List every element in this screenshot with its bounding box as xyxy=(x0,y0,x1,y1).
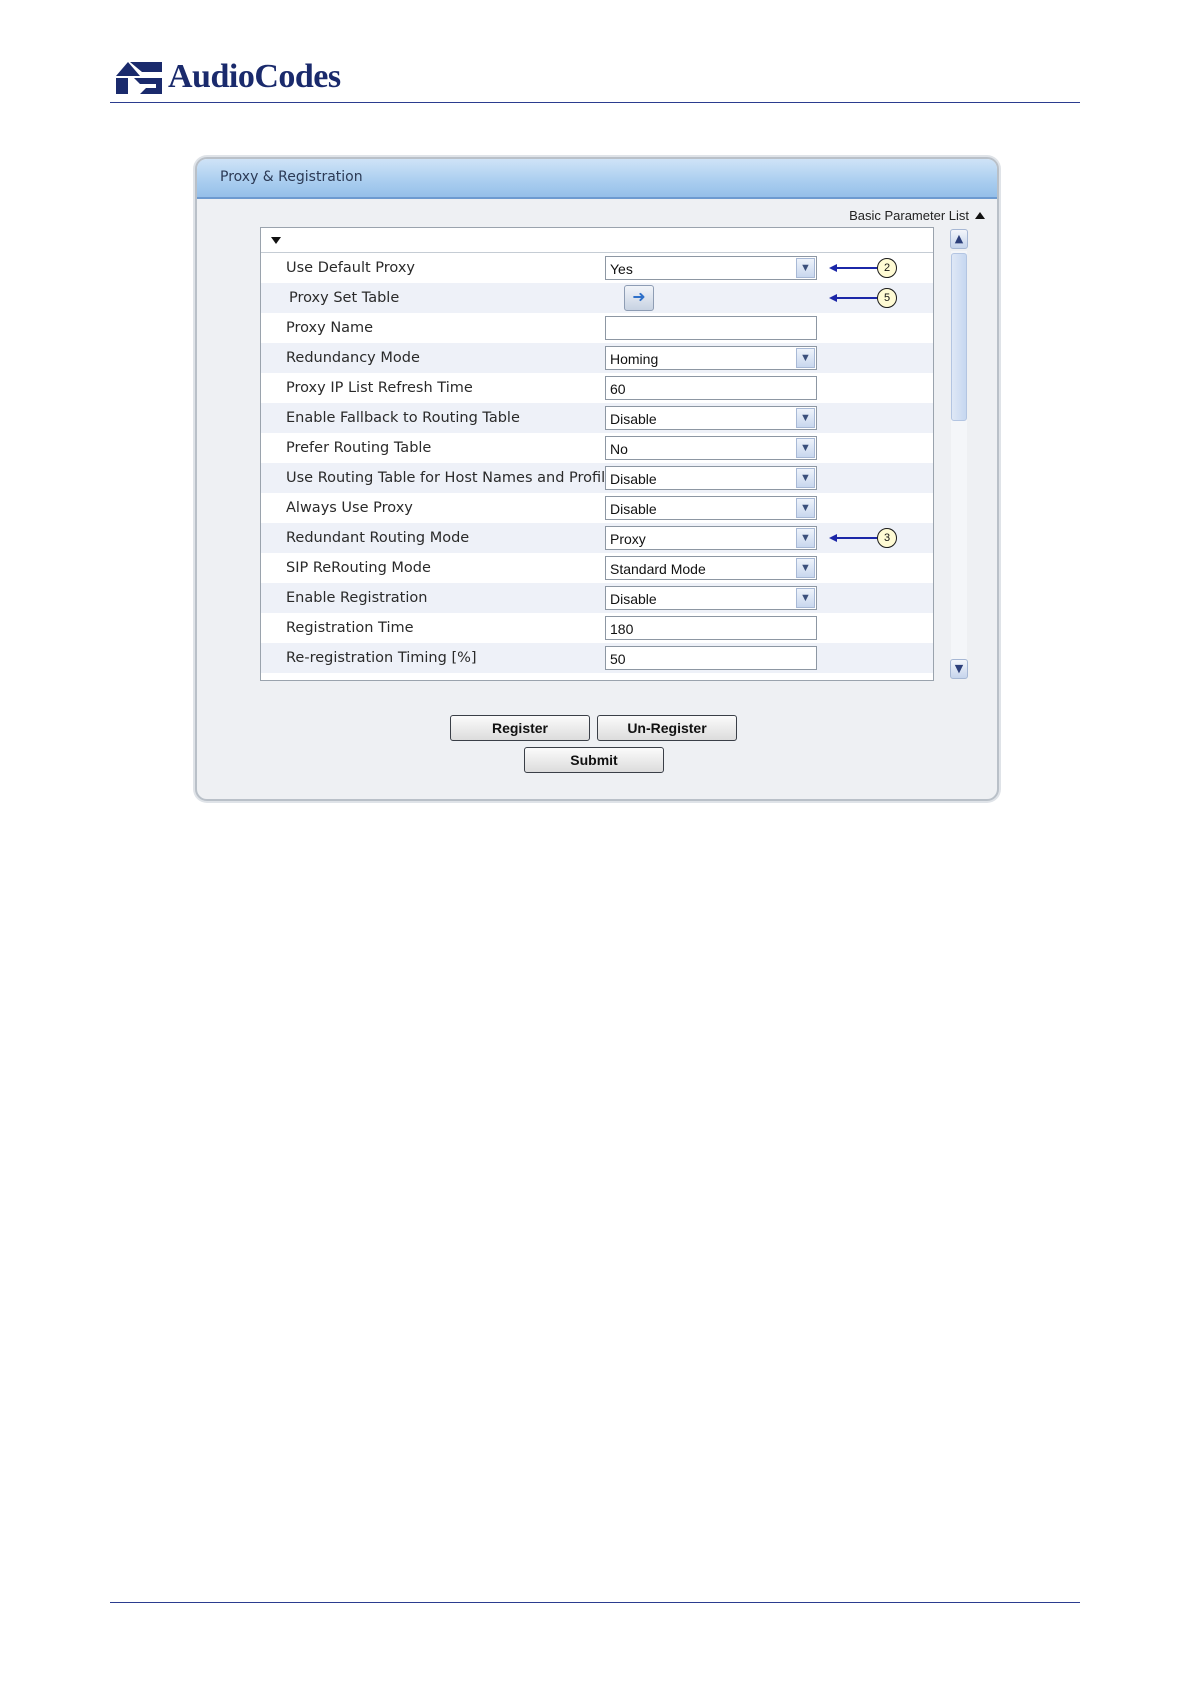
arrow-left-icon xyxy=(829,534,837,542)
vertical-scrollbar[interactable]: ▲ ▼ xyxy=(949,229,971,681)
chevron-down-icon[interactable]: ▼ xyxy=(796,258,815,278)
row-always-use-proxy: Always Use Proxy Disable ▼ xyxy=(261,493,933,523)
label-proxy-ip-list-refresh-time: Proxy IP List Refresh Time xyxy=(286,380,473,396)
row-proxy-ip-list-refresh-time: Proxy IP List Refresh Time 60 xyxy=(261,373,933,403)
row-use-default-proxy: Use Default Proxy Yes ▼ 2 xyxy=(261,253,933,283)
footer-divider xyxy=(110,1602,1080,1603)
row-redundancy-mode: Redundancy Mode Homing ▼ xyxy=(261,343,933,373)
callout-number: 5 xyxy=(877,288,897,308)
chevron-down-icon[interactable]: ▼ xyxy=(796,408,815,428)
label-proxy-set-table: Proxy Set Table xyxy=(289,290,400,306)
row-use-routing-table-host-names: Use Routing Table for Host Names and Pro… xyxy=(261,463,933,493)
label-use-default-proxy: Use Default Proxy xyxy=(286,260,416,276)
row-sip-rerouting-mode: SIP ReRouting Mode Standard Mode ▼ xyxy=(261,553,933,583)
chevron-down-icon[interactable]: ▼ xyxy=(796,348,815,368)
row-registration-time: Registration Time 180 xyxy=(261,613,933,643)
parameter-list-label: Basic Parameter List xyxy=(849,208,969,223)
header-divider xyxy=(110,102,1080,103)
submit-button[interactable]: Submit xyxy=(524,747,664,773)
select-use-routing-table-host-names[interactable]: Disable ▼ xyxy=(605,466,817,490)
scroll-down-button[interactable]: ▼ xyxy=(950,659,968,679)
arrow-right-icon: ➜ xyxy=(632,287,646,306)
chevron-down-icon[interactable]: ▼ xyxy=(796,588,815,608)
label-enable-registration: Enable Registration xyxy=(286,590,428,606)
select-enable-registration[interactable]: Disable ▼ xyxy=(605,586,817,610)
select-redundancy-mode[interactable]: Homing ▼ xyxy=(605,346,817,370)
chevron-up-icon: ▲ xyxy=(954,232,964,245)
register-button[interactable]: Register xyxy=(450,715,590,741)
callout-number: 2 xyxy=(877,258,897,278)
select-prefer-routing-table[interactable]: No ▼ xyxy=(605,436,817,460)
chevron-down-icon[interactable]: ▼ xyxy=(796,438,815,458)
label-sip-rerouting-mode: SIP ReRouting Mode xyxy=(286,560,431,576)
panel-title: Proxy & Registration xyxy=(220,169,363,185)
scroll-thumb[interactable] xyxy=(951,253,967,421)
row-proxy-name: Proxy Name xyxy=(261,313,933,343)
input-proxy-name[interactable] xyxy=(605,316,817,340)
input-registration-time[interactable]: 180 xyxy=(605,616,817,640)
chevron-down-icon[interactable]: ▼ xyxy=(796,558,815,578)
label-enable-fallback: Enable Fallback to Routing Table xyxy=(286,410,520,426)
label-redundant-routing-mode: Redundant Routing Mode xyxy=(286,530,470,546)
label-redundancy-mode: Redundancy Mode xyxy=(286,350,420,366)
row-proxy-set-table: Proxy Set Table ➜ 5 xyxy=(261,283,933,313)
collapse-up-icon xyxy=(975,212,985,219)
scroll-up-button[interactable]: ▲ xyxy=(950,229,968,249)
row-enable-registration: Enable Registration Disable ▼ xyxy=(261,583,933,613)
brand-name: AudioCodes xyxy=(168,58,341,95)
label-prefer-routing-table: Prefer Routing Table xyxy=(286,440,432,456)
row-re-registration-timing: Re-registration Timing [%] 50 xyxy=(261,643,933,673)
label-always-use-proxy: Always Use Proxy xyxy=(286,500,413,516)
label-re-registration-timing: Re-registration Timing [%] xyxy=(286,650,477,666)
select-redundant-routing-mode[interactable]: Proxy ▼ xyxy=(605,526,817,550)
chevron-down-icon[interactable]: ▼ xyxy=(796,528,815,548)
group-header-row[interactable] xyxy=(261,228,933,253)
chevron-down-icon: ▼ xyxy=(954,662,964,675)
audiocodes-logo-icon xyxy=(116,62,162,94)
label-use-routing-table-host-names: Use Routing Table for Host Names and Pro… xyxy=(286,470,622,486)
expand-down-icon[interactable] xyxy=(271,237,281,244)
input-re-registration-timing[interactable]: 50 xyxy=(605,646,817,670)
proxy-set-table-button[interactable]: ➜ xyxy=(624,285,654,311)
panel-title-bar: Proxy & Registration xyxy=(197,159,997,199)
input-proxy-ip-list-refresh-time[interactable]: 60 xyxy=(605,376,817,400)
arrow-left-icon xyxy=(829,294,837,302)
row-redundant-routing-mode: Redundant Routing Mode Proxy ▼ 3 xyxy=(261,523,933,553)
parameter-table: Use Default Proxy Yes ▼ 2 Proxy Set Tabl… xyxy=(260,227,934,681)
audiocodes-logo: AudioCodes xyxy=(116,54,341,100)
proxy-registration-panel: Proxy & Registration Basic Parameter Lis… xyxy=(195,157,999,801)
arrow-left-icon xyxy=(829,264,837,272)
label-registration-time: Registration Time xyxy=(286,620,414,636)
select-sip-rerouting-mode[interactable]: Standard Mode ▼ xyxy=(605,556,817,580)
callout-number: 3 xyxy=(877,528,897,548)
row-prefer-routing-table: Prefer Routing Table No ▼ xyxy=(261,433,933,463)
row-enable-fallback: Enable Fallback to Routing Table Disable… xyxy=(261,403,933,433)
select-enable-fallback[interactable]: Disable ▼ xyxy=(605,406,817,430)
chevron-down-icon[interactable]: ▼ xyxy=(796,468,815,488)
label-proxy-name: Proxy Name xyxy=(286,320,374,336)
basic-parameter-list-toggle[interactable]: Basic Parameter List xyxy=(849,208,985,223)
select-use-default-proxy[interactable]: Yes ▼ xyxy=(605,256,817,280)
callout-2: 2 xyxy=(829,258,897,278)
unregister-button[interactable]: Un-Register xyxy=(597,715,737,741)
chevron-down-icon[interactable]: ▼ xyxy=(796,498,815,518)
callout-3: 3 xyxy=(829,528,897,548)
callout-5: 5 xyxy=(829,288,897,308)
select-always-use-proxy[interactable]: Disable ▼ xyxy=(605,496,817,520)
